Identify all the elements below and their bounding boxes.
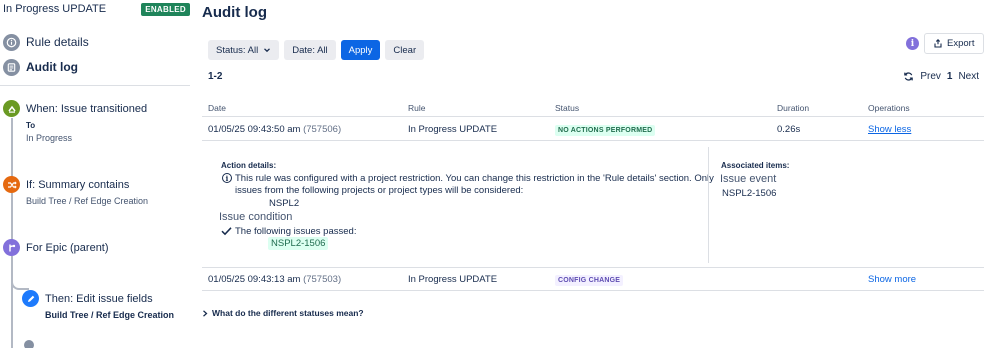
status-filter-label: Status: All (216, 44, 259, 56)
refresh-icon[interactable] (903, 71, 914, 82)
filter-toolbar: Status: All Date: All Apply Clear (208, 40, 425, 60)
action-details-panel: Action details: i This rule was configur… (202, 141, 984, 267)
condition-value: Build Tree / Ref Edge Creation (26, 196, 149, 206)
branch-icon (3, 239, 20, 256)
show-less-link[interactable]: Show less (868, 124, 911, 135)
pencil-icon (22, 290, 39, 307)
column-header-status: Status (555, 103, 580, 113)
project-key: NSPL2 (269, 198, 300, 209)
restriction-text-line1: This rule was configured with a project … (235, 173, 714, 184)
row-rule: In Progress UPDATE (408, 274, 498, 285)
nav-divider (0, 85, 190, 86)
info-icon: i (222, 173, 232, 183)
export-button[interactable]: Export (924, 33, 985, 54)
clear-button[interactable]: Clear (385, 40, 425, 60)
status-filter-dropdown[interactable]: Status: All (208, 40, 280, 60)
info-icon (3, 34, 20, 51)
column-header-rule: Rule (408, 103, 426, 113)
trigger-field-value: In Progress (26, 133, 73, 143)
column-header-date: Date (208, 103, 226, 113)
action-value: Build Tree / Ref Edge Creation (45, 310, 175, 320)
condition-title: If: Summary contains (26, 179, 130, 191)
branch-connector (11, 272, 29, 290)
audit-log-panel: Audit log Status: All Date: All Apply Cl… (202, 0, 999, 348)
page-title: Audit log (202, 4, 267, 21)
result-range: 1-2 (208, 71, 223, 82)
restriction-text-line2: issues from the following projects or pr… (235, 185, 524, 196)
chevron-down-icon (264, 48, 271, 53)
apply-button[interactable]: Apply (340, 40, 381, 60)
row-date: 01/05/25 09:43:50 am (757506) (208, 124, 342, 135)
export-label: Export (947, 38, 975, 49)
component-condition[interactable]: If: Summary contains Build Tree / Ref Ed… (0, 176, 190, 208)
row-rule: In Progress UPDATE (408, 124, 498, 135)
trigger-title: When: Issue transitioned (26, 103, 148, 115)
info-icon[interactable]: i (906, 37, 919, 50)
action-details-heading: Action details: (221, 161, 277, 170)
status-help-label: What do the different statuses mean? (212, 308, 364, 318)
current-page: 1 (946, 71, 953, 82)
prev-page-button[interactable]: Prev (920, 71, 941, 82)
branch-title: For Epic (parent) (26, 242, 109, 254)
passed-issue-chip[interactable]: NSPL2-1506 (268, 237, 329, 250)
trigger-field-label: To (26, 121, 36, 130)
issue-event-title: Issue event (720, 173, 777, 185)
details-divider (708, 147, 709, 263)
row-divider (202, 267, 984, 268)
column-header-operations: Operations (868, 103, 910, 113)
export-icon (934, 39, 942, 48)
shuffle-icon (3, 176, 20, 193)
date-filter-button[interactable]: Date: All (284, 40, 336, 60)
row-divider (202, 290, 984, 291)
pagination: Prev 1 Next (903, 71, 979, 82)
row-date: 01/05/25 09:43:13 am (757503) (208, 274, 342, 285)
status-lozenge: NO ACTIONS PERFORMED (555, 125, 656, 136)
row-id: (757506) (303, 124, 342, 135)
status-lozenge: CONFIG CHANGE (555, 275, 624, 286)
transition-icon (3, 100, 20, 117)
enabled-badge: ENABLED (141, 3, 190, 16)
column-header-duration: Duration (777, 103, 810, 113)
component-action[interactable]: Then: Edit issue fields Build Tree / Ref… (0, 290, 190, 322)
row-id: (757503) (303, 274, 342, 285)
show-more-link[interactable]: Show more (868, 274, 916, 285)
rule-name: In Progress UPDATE (3, 3, 107, 15)
nav-rule-details-label: Rule details (26, 35, 89, 49)
row-duration: 0.26s (777, 124, 801, 135)
status-help-toggle[interactable]: What do the different statuses mean? (202, 308, 364, 318)
component-branch[interactable]: For Epic (parent) (0, 239, 190, 259)
rule-header: In Progress UPDATE ENABLED (3, 3, 190, 17)
associated-items-heading: Associated items: (721, 161, 790, 170)
nav-audit-log[interactable]: Audit log (0, 58, 190, 80)
action-title: Then: Edit issue fields (45, 293, 153, 305)
issue-condition-title: Issue condition (219, 211, 293, 223)
rule-sidebar: In Progress UPDATE ENABLED Rule details … (0, 0, 190, 348)
component-trigger[interactable]: When: Issue transitioned To In Progress (0, 100, 190, 145)
next-component-icon (24, 340, 34, 348)
next-page-button[interactable]: Next (958, 71, 979, 82)
nav-rule-details[interactable]: Rule details (0, 33, 190, 55)
event-issue-link[interactable]: NSPL2-1506 (722, 188, 776, 199)
date-filter-label: Date: All (292, 44, 328, 56)
header-divider (202, 116, 984, 117)
nav-audit-log-label: Audit log (26, 60, 78, 74)
list-icon (3, 59, 20, 76)
chevron-right-icon (203, 309, 208, 317)
passed-text: The following issues passed: (235, 226, 357, 237)
check-icon (221, 227, 232, 236)
